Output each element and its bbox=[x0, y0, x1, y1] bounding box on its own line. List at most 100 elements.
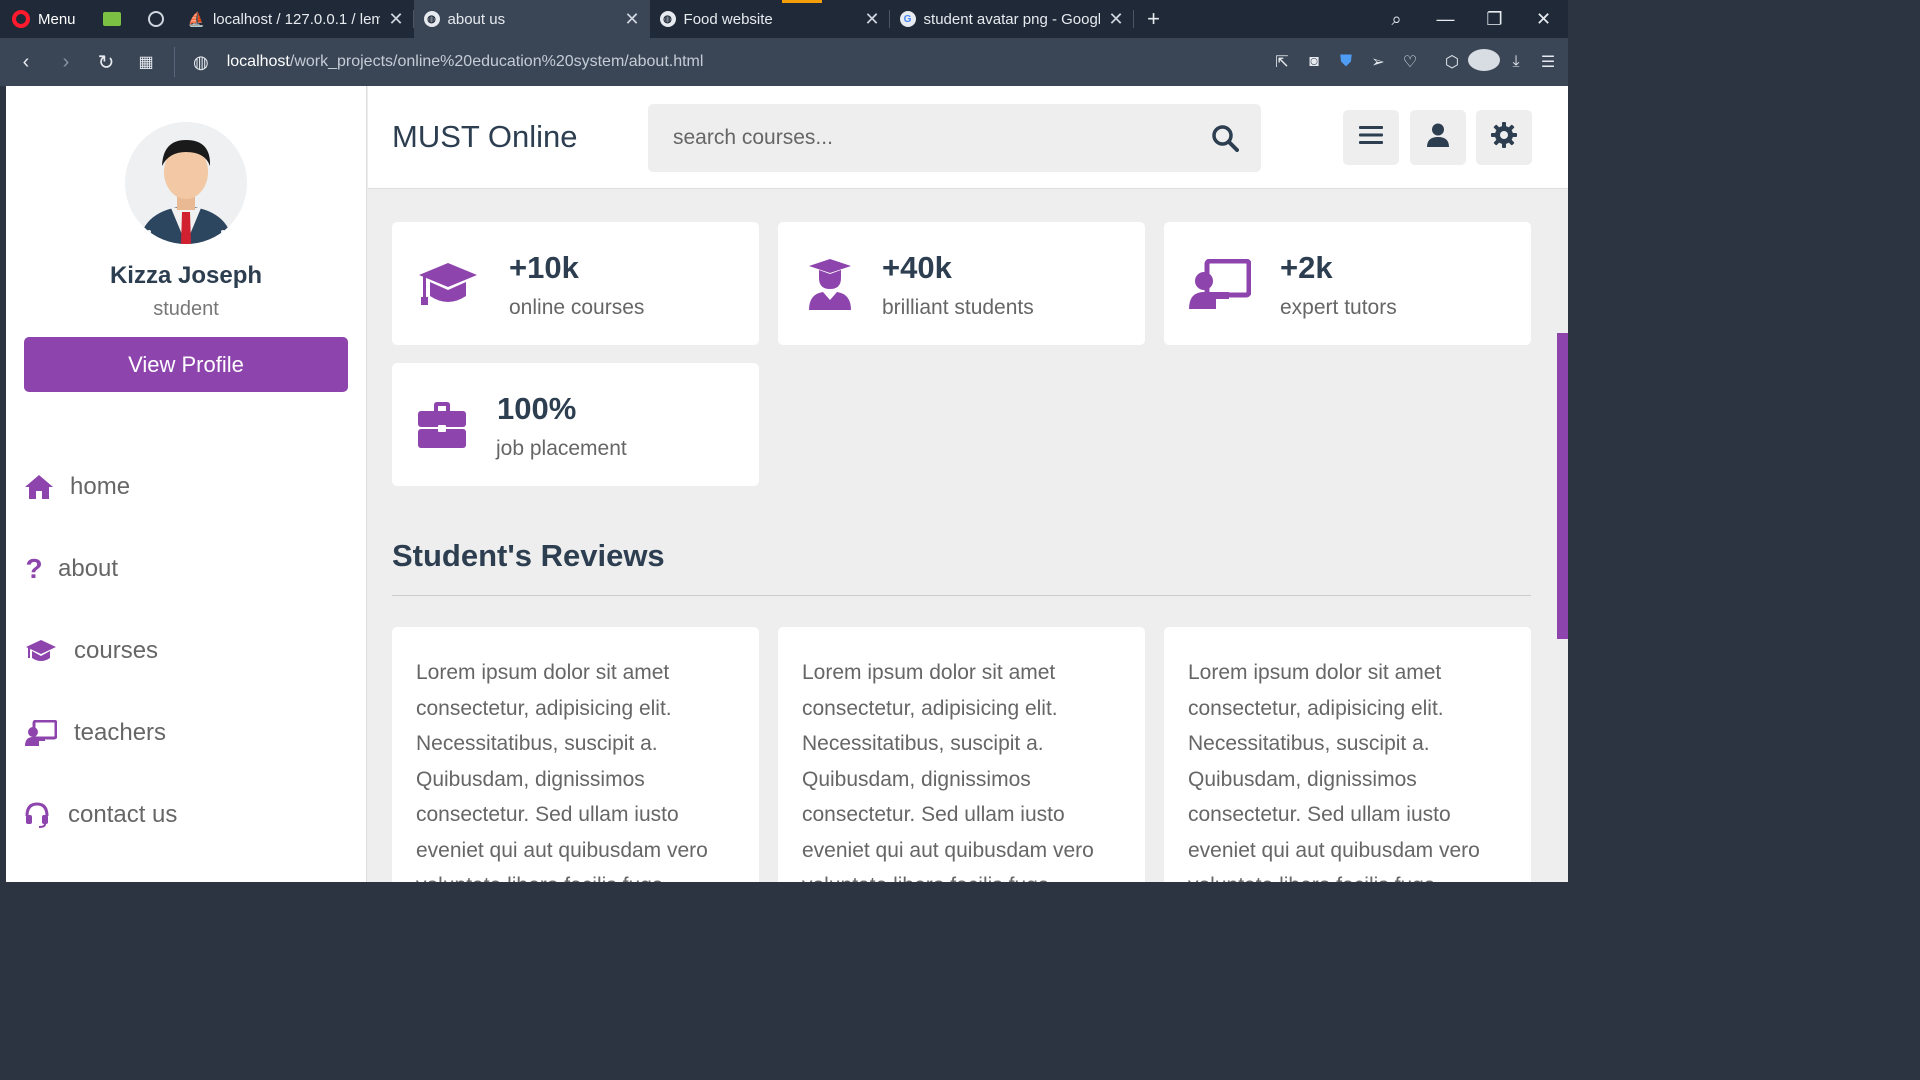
home-icon bbox=[24, 472, 54, 502]
tab-title: Food website bbox=[683, 10, 773, 28]
share-icon[interactable]: ⇱ bbox=[1266, 52, 1298, 72]
phpmyadmin-favicon-icon: ⛵ bbox=[187, 10, 205, 27]
url-field[interactable]: ◍ localhost/work_projects/online%20educa… bbox=[193, 52, 703, 73]
stat-card-tutors: +2k expert tutors bbox=[1164, 222, 1531, 345]
forward-button[interactable]: › bbox=[46, 38, 86, 86]
site-logo[interactable]: MUST Online bbox=[392, 119, 578, 155]
page: Kizza Joseph student View Profile home ?… bbox=[6, 86, 1568, 882]
profile-avatar-icon[interactable] bbox=[1468, 48, 1500, 76]
stat-card-students: +40k brilliant students bbox=[778, 222, 1145, 345]
stat-card-jobs: 100% job placement bbox=[392, 363, 759, 486]
tab-google-search[interactable]: G student avatar png - Googl ✕ bbox=[890, 0, 1134, 38]
browser-tab-bar: Menu ⛵ localhost / 127.0.0.1 / leme ✕ ◍ … bbox=[0, 0, 1568, 38]
search-input[interactable] bbox=[648, 104, 1188, 172]
close-window-icon[interactable]: ✕ bbox=[1519, 9, 1568, 30]
user-graduate-icon bbox=[798, 258, 862, 310]
stat-label: brilliant students bbox=[882, 296, 1034, 319]
tab-grid-button[interactable]: ▦ bbox=[126, 38, 166, 86]
stat-label: online courses bbox=[509, 296, 645, 319]
plus-icon: + bbox=[1147, 6, 1160, 31]
send-icon[interactable]: ➢ bbox=[1362, 52, 1394, 72]
sidebar-item-contact[interactable]: contact us bbox=[6, 774, 366, 856]
google-icon: G bbox=[899, 11, 916, 27]
user-icon bbox=[1427, 123, 1449, 152]
review-card: Lorem ipsum dolor sit amet consectetur, … bbox=[1164, 627, 1531, 882]
globe-icon: ◍ bbox=[659, 11, 676, 27]
pinned-tab-1[interactable] bbox=[90, 0, 134, 38]
pinned-tab-2[interactable] bbox=[134, 0, 178, 38]
stat-card-courses: +10k online courses bbox=[392, 222, 759, 345]
menu-button[interactable] bbox=[1343, 110, 1399, 165]
briefcase-icon bbox=[416, 399, 468, 451]
new-tab-button[interactable]: + bbox=[1134, 0, 1174, 38]
settings-button[interactable] bbox=[1476, 110, 1532, 165]
back-button[interactable]: ‹ bbox=[6, 38, 46, 86]
sidebar-item-label: courses bbox=[74, 637, 159, 664]
minimize-icon[interactable]: — bbox=[1421, 9, 1470, 30]
tab-phpmyadmin[interactable]: ⛵ localhost / 127.0.0.1 / leme ✕ bbox=[178, 0, 414, 38]
avatar bbox=[125, 122, 247, 244]
url-host: localhost bbox=[226, 53, 290, 70]
tab-title: student avatar png - Googl bbox=[923, 10, 1101, 28]
sidebar-item-label: contact us bbox=[68, 801, 178, 828]
restore-icon[interactable]: ❐ bbox=[1470, 9, 1519, 30]
profile-name: Kizza Joseph bbox=[109, 262, 263, 289]
stat-label: job placement bbox=[496, 437, 627, 460]
sidebar-item-courses[interactable]: courses bbox=[6, 610, 366, 692]
stat-number: +10k bbox=[509, 250, 579, 285]
reviews-heading: Student's Reviews bbox=[392, 538, 665, 573]
globe-icon bbox=[147, 11, 164, 27]
browser-menu-label: Menu bbox=[38, 10, 76, 28]
tab-title: localhost / 127.0.0.1 / leme bbox=[212, 10, 381, 28]
graduation-cap-icon bbox=[24, 636, 58, 666]
sidebar-nav: home ? about courses teachers contact us bbox=[6, 446, 366, 856]
search-form bbox=[648, 104, 1261, 172]
graduation-cap-icon bbox=[416, 258, 480, 310]
browser-menu-button[interactable]: Menu bbox=[0, 0, 90, 38]
search-icon[interactable] bbox=[1211, 124, 1239, 152]
tab-close-icon[interactable]: ✕ bbox=[1108, 9, 1123, 30]
opera-logo-icon bbox=[12, 10, 30, 28]
chevron-left-icon: ‹ bbox=[22, 50, 30, 73]
grid-icon: ▦ bbox=[138, 54, 154, 71]
reload-icon: ↻ bbox=[97, 51, 115, 74]
url-path: /work_projects/online%20education%20syst… bbox=[289, 53, 704, 70]
site-header: MUST Online bbox=[368, 86, 1568, 189]
headset-icon bbox=[24, 800, 50, 830]
review-card: Lorem ipsum dolor sit amet consectetur, … bbox=[392, 627, 759, 882]
camera-icon[interactable]: ◙ bbox=[1298, 53, 1330, 71]
window-controls: ⌕ — ❐ ✕ bbox=[1372, 9, 1568, 30]
scrollbar-thumb[interactable] bbox=[1557, 333, 1568, 639]
sidebar-item-label: about bbox=[58, 555, 119, 582]
tab-close-icon[interactable]: ✕ bbox=[624, 9, 639, 30]
chevron-right-icon: › bbox=[62, 50, 70, 73]
tab-about-us[interactable]: ◍ about us ✕ bbox=[413, 0, 650, 38]
box-icon[interactable]: ⬡ bbox=[1436, 52, 1468, 72]
chalkboard-teacher-icon bbox=[24, 718, 58, 748]
divider bbox=[392, 595, 1531, 596]
reload-button[interactable]: ↻ bbox=[86, 38, 126, 86]
stat-label: expert tutors bbox=[1280, 296, 1397, 319]
sidebar-item-about[interactable]: ? about bbox=[6, 528, 366, 610]
easy-setup-icon[interactable]: ☰ bbox=[1532, 52, 1564, 72]
download-icon[interactable]: ⤓ bbox=[1500, 53, 1532, 71]
address-bar-tools: ⇱ ◙ ⛊ ➢ ♡ ⬡ ⤓ ☰ bbox=[1266, 48, 1568, 76]
globe-icon: ◍ bbox=[423, 11, 440, 27]
sidebar-item-home[interactable]: home bbox=[6, 446, 366, 528]
sidebar-item-label: teachers bbox=[74, 719, 167, 746]
hamburger-icon bbox=[1359, 125, 1383, 150]
tab-close-icon[interactable]: ✕ bbox=[864, 9, 879, 30]
shield-icon[interactable]: ⛊ bbox=[1330, 53, 1362, 71]
stat-number: +2k bbox=[1280, 250, 1333, 285]
view-profile-button[interactable]: View Profile bbox=[24, 337, 348, 392]
site-info-globe-icon[interactable]: ◍ bbox=[193, 52, 209, 73]
tab-food-website[interactable]: ◍ Food website ✕ bbox=[650, 0, 890, 38]
user-button[interactable] bbox=[1410, 110, 1466, 165]
tab-workspace-icon bbox=[102, 12, 121, 26]
sidebar-item-teachers[interactable]: teachers bbox=[6, 692, 366, 774]
tab-close-icon[interactable]: ✕ bbox=[388, 9, 403, 30]
profile-card: Kizza Joseph student View Profile bbox=[6, 86, 366, 392]
address-bar: ‹ › ↻ ▦ ◍ localhost/work_projects/online… bbox=[0, 38, 1568, 86]
heart-icon[interactable]: ♡ bbox=[1394, 52, 1426, 72]
tab-search-icon[interactable]: ⌕ bbox=[1372, 9, 1421, 30]
